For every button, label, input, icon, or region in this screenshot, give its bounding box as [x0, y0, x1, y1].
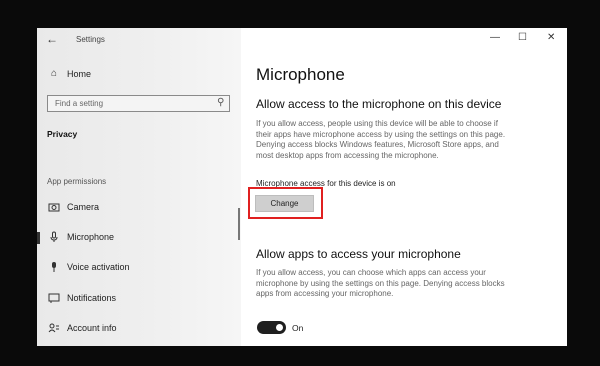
back-arrow-icon[interactable]: ← [46, 32, 58, 46]
home-icon: ⌂ [50, 68, 58, 79]
sidebar-item-notifications[interactable]: Notifications [37, 290, 241, 308]
description-line: microphone by using the settings on this… [256, 278, 505, 288]
page-title: Microphone [256, 65, 345, 84]
description-line: most desktop apps from accessing the mic… [256, 150, 439, 160]
sidebar-item-label: Voice activation [67, 262, 130, 272]
camera-icon [48, 201, 60, 213]
group-heading: App permissions [47, 177, 107, 186]
microphone-icon [48, 231, 60, 243]
sidebar-item-label: Notifications [67, 293, 117, 303]
sidebar-item-account-info[interactable]: Account info [37, 320, 241, 338]
description-line: their apps have microphone access by usi… [256, 129, 506, 139]
maximize-icon[interactable]: ☐ [518, 32, 527, 43]
change-button[interactable]: Change [255, 195, 314, 212]
device-access-heading: Allow access to the microphone on this d… [256, 97, 502, 111]
search-placeholder: Find a setting [55, 99, 104, 108]
toggle-state-label: On [292, 323, 304, 333]
sidebar-scrollbar[interactable] [238, 208, 240, 240]
description-line: apps from accessing your microphone. [256, 289, 394, 298]
sidebar-item-label: Home [67, 69, 92, 79]
app-access-toggle[interactable] [257, 321, 286, 334]
app-access-description: If you allow access, you can choose whic… [256, 268, 541, 300]
notifications-icon [48, 292, 60, 304]
description-line: Denying access blocks Windows features, … [256, 140, 499, 149]
app-access-heading: Allow apps to access your microphone [256, 247, 461, 261]
voice-activation-icon [48, 261, 60, 273]
sidebar-item-label: Camera [67, 202, 100, 212]
section-heading: Privacy [47, 129, 78, 139]
title-bar: ← Settings [37, 28, 241, 50]
description-line: If you allow access, you can choose whic… [256, 268, 486, 277]
device-access-description: If you allow access, people using this d… [256, 119, 541, 161]
sidebar-item-voice-activation[interactable]: Voice activation [37, 259, 241, 277]
close-icon[interactable]: ✕ [547, 32, 555, 43]
search-icon: ⚲ [216, 97, 224, 108]
main-content: — ☐ ✕ Microphone Allow access to the mic… [241, 28, 567, 346]
description-line: If you allow access, people using this d… [256, 119, 498, 128]
search-input[interactable]: Find a setting ⚲ [47, 95, 230, 112]
sidebar: ← Settings ⌂ Home Find a setting ⚲ Priva… [37, 28, 241, 346]
account-info-icon [48, 322, 60, 334]
sidebar-item-label: Microphone [67, 232, 115, 242]
sidebar-item-label: Account info [67, 323, 117, 333]
toggle-knob [276, 324, 283, 331]
minimize-icon[interactable]: — [490, 32, 500, 43]
window-title: Settings [76, 35, 105, 44]
sidebar-item-microphone[interactable]: Microphone [37, 229, 241, 247]
sidebar-item-camera[interactable]: Camera [37, 199, 241, 217]
sidebar-item-home[interactable]: ⌂ Home [37, 66, 241, 84]
settings-window: ← Settings ⌂ Home Find a setting ⚲ Priva… [37, 28, 567, 346]
